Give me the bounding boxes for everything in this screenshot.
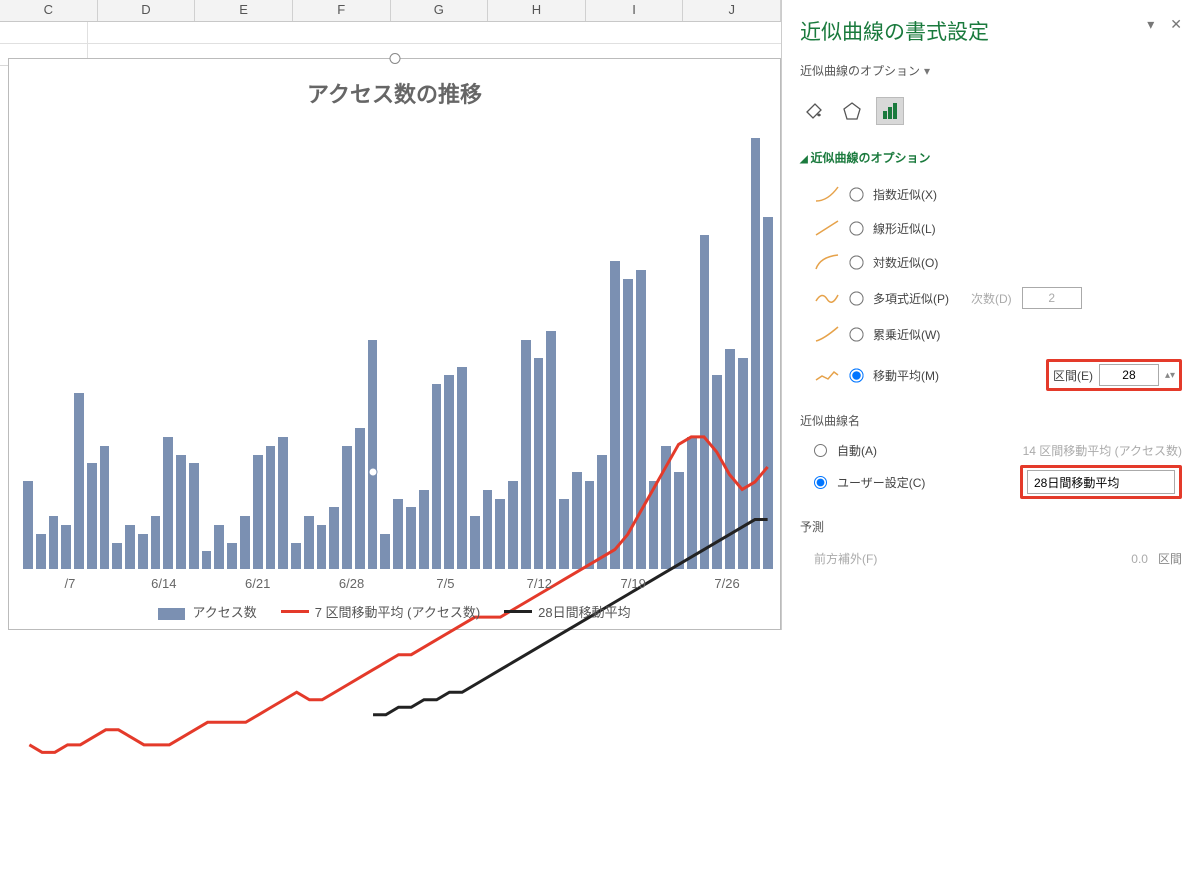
option-polynomial[interactable]: 多項式近似(P) 次数(D) [800,282,1182,314]
option-exponential[interactable]: 指数近似(X) [800,180,1182,208]
column-header[interactable]: E [195,0,293,21]
section-trendline-options[interactable]: 近似曲線のオプション [800,149,1182,166]
legend-item-red[interactable]: 7 区間移動平均 (アクセス数) [281,602,480,621]
radio-linear[interactable] [849,221,863,235]
poly-order-label: 次数(D) [971,290,1012,307]
spreadsheet-area: CDEFGHIJ アクセス数の推移 /76/146/216/287/57/127… [0,0,782,630]
column-header[interactable]: C [0,0,98,21]
radio-polynomial[interactable] [849,291,863,305]
data-point-marker[interactable] [369,468,378,477]
poly-order-input [1022,287,1082,309]
curve-movavg-icon [814,366,840,384]
curve-exp-icon [814,185,840,203]
x-axis-labels: /76/146/216/287/57/127/197/26 [23,576,774,591]
panel-title: 近似曲線の書式設定 [800,16,1182,46]
column-header[interactable]: I [586,0,684,21]
forecast-forward-row: 前方補外(F) 0.0 区間 [800,547,1182,570]
option-moving-average[interactable]: 移動平均(M) 区間(E) ▴▾ [800,354,1182,396]
curve-linear-icon [814,219,840,237]
option-power[interactable]: 累乗近似(W) [800,320,1182,348]
radio-name-user[interactable] [814,476,827,489]
name-auto-row[interactable]: 自動(A) 14 区間移動平均 (アクセス数) [800,439,1182,462]
column-headers: CDEFGHIJ [0,0,781,22]
tab-chart-options-icon[interactable] [876,97,904,125]
panel-subtitle[interactable]: 近似曲線のオプション▾ [800,62,1182,79]
trendlines [23,129,774,880]
user-name-input[interactable] [1027,470,1175,494]
tab-effects-icon[interactable] [838,97,866,125]
radio-logarithmic[interactable] [849,255,863,269]
auto-name-preview: 14 区間移動平均 (アクセス数) [1023,442,1182,459]
curve-power-icon [814,325,840,343]
forecast-forward-value: 0.0 [1131,552,1148,566]
section-trendline-name: 近似曲線名 [800,412,1182,429]
curve-poly-icon [814,289,840,307]
tab-fill-icon[interactable] [800,97,828,125]
chart-container[interactable]: アクセス数の推移 /76/146/216/287/57/127/197/26 ア… [8,58,781,630]
legend-item-bar[interactable]: アクセス数 [158,602,256,621]
section-forecast: 予測 [800,518,1182,535]
user-name-highlight [1020,465,1182,499]
column-header[interactable]: J [683,0,781,21]
column-header[interactable]: F [293,0,391,21]
radio-exponential[interactable] [849,187,863,201]
chart-plot-area[interactable] [23,129,774,569]
legend-item-black[interactable]: 28日間移動平均 [504,602,630,621]
chart-legend[interactable]: アクセス数 7 区間移動平均 (アクセス数) 28日間移動平均 [9,602,780,621]
chart-resize-handle-top[interactable] [389,53,400,64]
column-header[interactable]: D [98,0,196,21]
format-trendline-panel: ▾ ✕ 近似曲線の書式設定 近似曲線のオプション▾ 近似曲線のオプション 指数近… [782,0,1200,630]
period-label: 区間(E) [1053,367,1093,384]
curve-log-icon [814,253,840,271]
radio-name-auto[interactable] [814,444,827,457]
column-header[interactable]: H [488,0,586,21]
period-input[interactable] [1099,364,1159,386]
option-logarithmic[interactable]: 対数近似(O) [800,248,1182,276]
chart-title[interactable]: アクセス数の推移 [9,59,780,117]
panel-close-icon[interactable]: ✕ [1170,16,1182,33]
name-user-row[interactable]: ユーザー設定(C) [800,462,1182,502]
radio-moving-average[interactable] [849,368,863,382]
period-highlight: 区間(E) ▴▾ [1046,359,1182,391]
panel-menu-icon[interactable]: ▾ [1147,16,1154,33]
panel-tabs [800,97,1182,125]
stepper-icon[interactable]: ▴▾ [1165,370,1175,381]
option-linear[interactable]: 線形近似(L) [800,214,1182,242]
radio-power[interactable] [849,327,863,341]
column-header[interactable]: G [391,0,489,21]
